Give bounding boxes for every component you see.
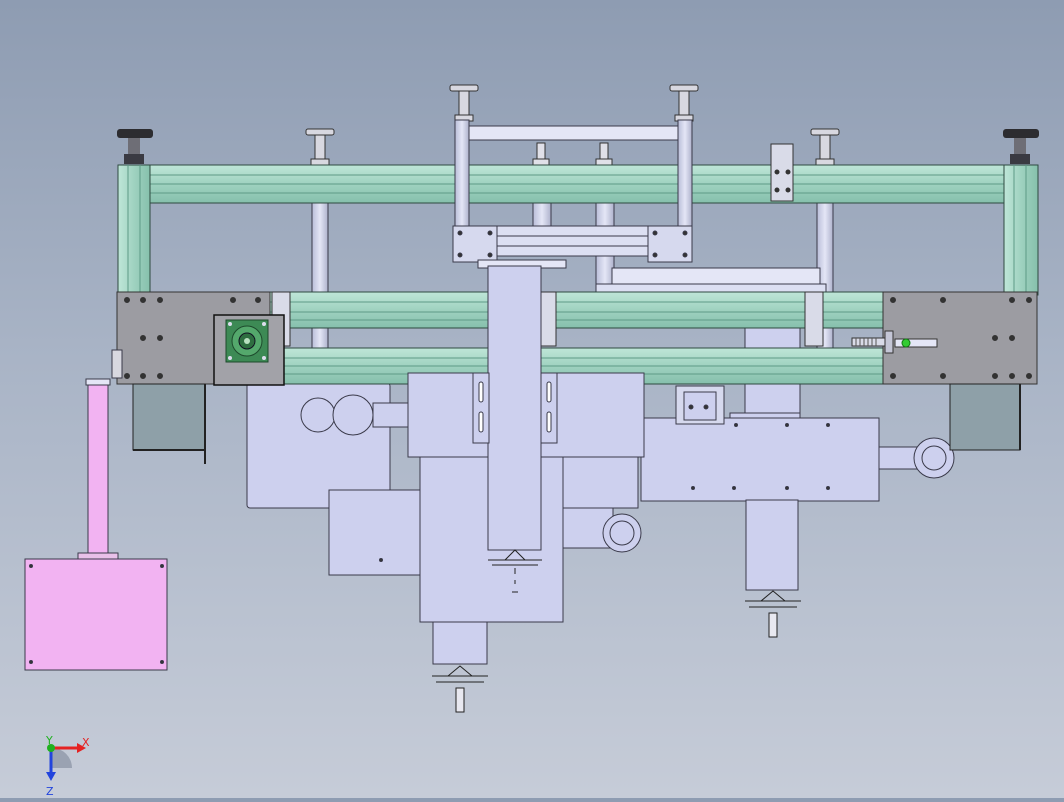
z-axis-label: Z	[46, 785, 54, 798]
coordinate-triad: X Y Z	[45, 734, 90, 798]
left-motor-block	[132, 383, 206, 464]
leveling-foot-right-outer	[1003, 129, 1039, 164]
right-end-plate	[882, 291, 1038, 385]
right-motor-block	[949, 383, 1021, 451]
upper-right-bracket	[770, 143, 794, 202]
y-axis-label: Y	[45, 734, 53, 747]
small-spring-studs	[532, 142, 613, 166]
x-axis-label: X	[82, 736, 90, 749]
assembly-drawing: X Y Z	[24, 84, 1039, 798]
leveling-feet	[117, 84, 1039, 166]
cutter-right	[745, 590, 801, 638]
cad-viewport[interactable]: X Y Z	[0, 0, 1064, 798]
leveling-foot-right-inner	[810, 128, 840, 166]
leveling-foot-left-inner	[305, 128, 335, 166]
leveling-foot-top-right	[669, 84, 699, 122]
cutter-left	[432, 665, 488, 713]
leveling-foot-left-outer	[117, 129, 153, 164]
leveling-foot-top-left	[449, 84, 479, 122]
lower-left-housing	[246, 382, 428, 576]
flange-bearing	[213, 314, 285, 386]
